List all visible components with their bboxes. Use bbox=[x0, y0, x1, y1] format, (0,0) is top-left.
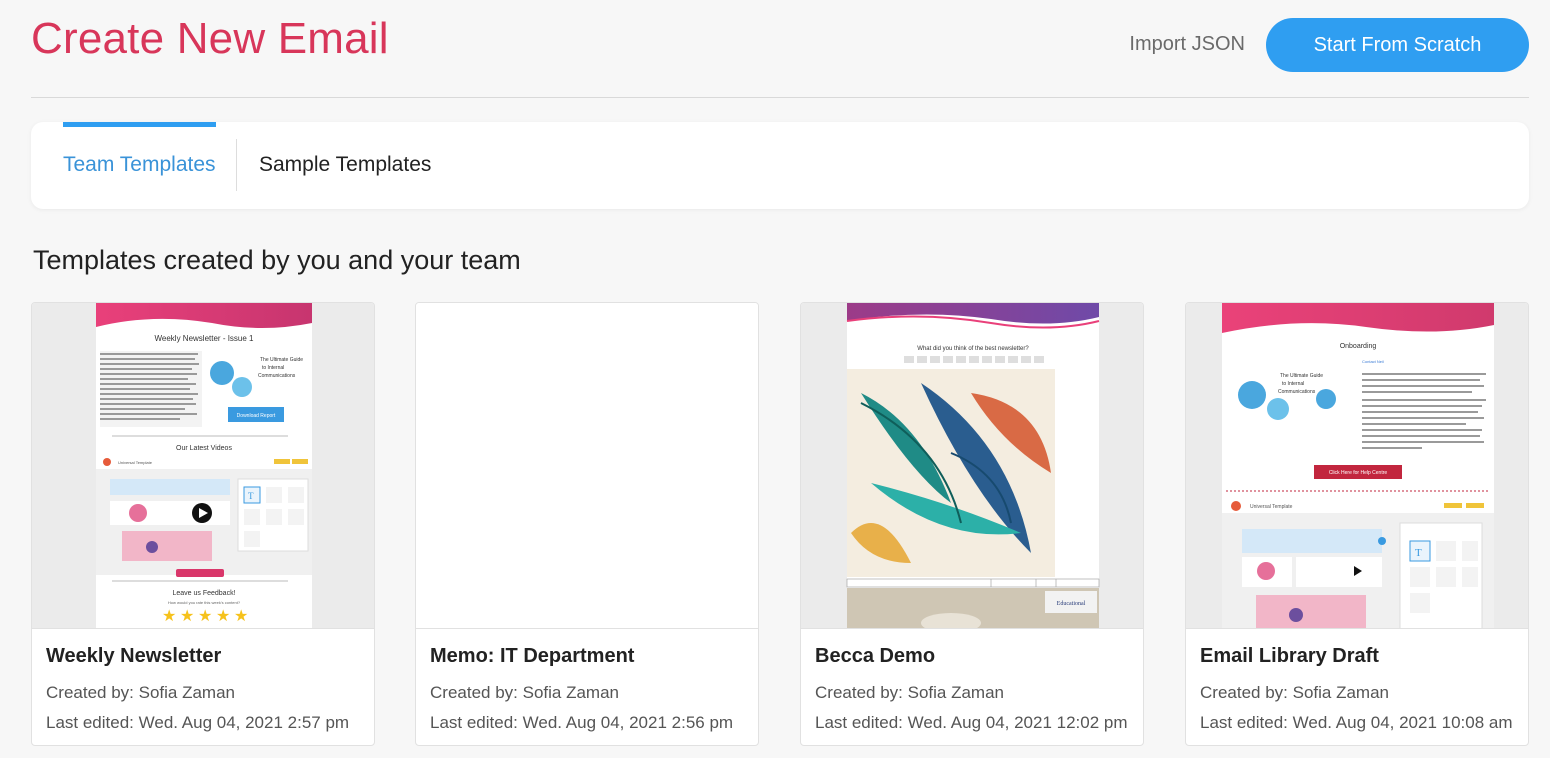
template-name: Memo: IT Department bbox=[430, 645, 635, 667]
start-from-scratch-button[interactable]: Start From Scratch bbox=[1266, 18, 1529, 72]
preview-contact: Contact Neil bbox=[1362, 359, 1384, 364]
template-thumbnail: What did you think of the best newslette… bbox=[801, 303, 1143, 629]
preview-guide-line1: The Ultimate Guide bbox=[260, 357, 303, 363]
svg-text:★: ★ bbox=[234, 606, 248, 625]
template-thumbnail: Onboarding Contact Neil The Ultimate Gui… bbox=[1186, 303, 1528, 629]
template-name: Email Library Draft bbox=[1200, 645, 1379, 667]
svg-text:★: ★ bbox=[198, 606, 212, 625]
svg-text:★: ★ bbox=[180, 606, 194, 625]
preview-rate: How would you rate this week's content? bbox=[168, 600, 241, 605]
template-card-info: Memo: IT Department Created by: Sofia Za… bbox=[430, 645, 750, 738]
template-thumbnail: Weekly Newsletter - Issue 1 The Ultimate… bbox=[32, 303, 374, 629]
survey-preview: What did you think of the best newslette… bbox=[846, 303, 1100, 628]
template-last-edited: Last edited: Wed. Aug 04, 2021 2:57 pm bbox=[46, 713, 350, 732]
template-tabs: Team Templates Sample Templates bbox=[31, 122, 1529, 209]
template-last-edited: Last edited: Wed. Aug 04, 2021 12:02 pm bbox=[815, 713, 1128, 732]
preview-guide-line3: Communications bbox=[1278, 389, 1316, 395]
template-name: Weekly Newsletter bbox=[46, 645, 222, 667]
tab-team-templates-label: Team Templates bbox=[63, 153, 216, 176]
preview-feedback: Leave us Feedback! bbox=[172, 590, 235, 597]
tab-sample-templates-label: Sample Templates bbox=[259, 153, 432, 176]
section-heading: Templates created by you and your team bbox=[33, 245, 521, 275]
svg-text:★: ★ bbox=[162, 606, 176, 625]
create-email-page: Create New Email Import JSON Start From … bbox=[0, 0, 1550, 758]
preview-button: Click Here for Help Centre bbox=[1329, 470, 1388, 476]
preview-guide-line3: Communications bbox=[258, 373, 296, 379]
svg-text:★: ★ bbox=[216, 606, 230, 625]
preview-button: Download Report bbox=[237, 413, 276, 419]
template-created-by: Created by: Sofia Zaman bbox=[430, 683, 619, 702]
preview-heading: Onboarding bbox=[1340, 343, 1377, 350]
tab-divider bbox=[236, 139, 237, 191]
tab-sample-templates[interactable]: Sample Templates bbox=[259, 122, 431, 209]
active-tab-indicator bbox=[63, 122, 216, 127]
preview-logo: Educational bbox=[1057, 601, 1086, 607]
svg-text:T: T bbox=[1415, 547, 1422, 559]
template-card-info: Email Library Draft Created by: Sofia Za… bbox=[1200, 645, 1520, 738]
preview-videos: Our Latest Videos bbox=[176, 445, 232, 452]
template-name: Becca Demo bbox=[815, 645, 936, 667]
import-json-button[interactable]: Import JSON bbox=[1129, 33, 1245, 56]
preview-question: What did you think of the best newslette… bbox=[917, 346, 1029, 352]
preview-rating-stars: ★ ★ ★ ★ ★ bbox=[162, 606, 248, 625]
preview-app-name: Universal Template bbox=[118, 460, 153, 465]
template-created-by: Created by: Sofia Zaman bbox=[46, 683, 235, 702]
preview-heading: Weekly Newsletter - Issue 1 bbox=[155, 334, 255, 343]
template-card-info: Becca Demo Created by: Sofia Zaman Last … bbox=[815, 645, 1135, 738]
template-created-by: Created by: Sofia Zaman bbox=[815, 683, 1004, 702]
preview-guide-line1: The Ultimate Guide bbox=[1280, 373, 1323, 379]
page-header: Create New Email Import JSON Start From … bbox=[31, 0, 1529, 98]
template-card-becca-demo[interactable]: What did you think of the best newslette… bbox=[800, 302, 1144, 746]
template-card-weekly-newsletter[interactable]: Weekly Newsletter - Issue 1 The Ultimate… bbox=[31, 302, 375, 746]
preview-app-name: Universal Template bbox=[1250, 504, 1293, 510]
preview-guide-line2: to Internal bbox=[1282, 381, 1304, 387]
page-title: Create New Email bbox=[31, 14, 389, 63]
onboarding-preview: Onboarding Contact Neil The Ultimate Gui… bbox=[1222, 303, 1494, 628]
newsletter-preview: Weekly Newsletter - Issue 1 The Ultimate… bbox=[96, 303, 312, 628]
template-card-info: Weekly Newsletter Created by: Sofia Zama… bbox=[46, 645, 366, 738]
svg-text:T: T bbox=[248, 491, 254, 501]
template-thumbnail bbox=[416, 303, 758, 629]
template-last-edited: Last edited: Wed. Aug 04, 2021 10:08 am bbox=[1200, 713, 1513, 732]
preview-guide-line2: to Internal bbox=[262, 365, 284, 371]
template-last-edited: Last edited: Wed. Aug 04, 2021 2:56 pm bbox=[430, 713, 734, 732]
template-card-memo-it[interactable]: Memo: IT Department Created by: Sofia Za… bbox=[415, 302, 759, 746]
template-created-by: Created by: Sofia Zaman bbox=[1200, 683, 1389, 702]
tab-team-templates[interactable]: Team Templates bbox=[63, 122, 216, 209]
template-card-email-library-draft[interactable]: Onboarding Contact Neil The Ultimate Gui… bbox=[1185, 302, 1529, 746]
